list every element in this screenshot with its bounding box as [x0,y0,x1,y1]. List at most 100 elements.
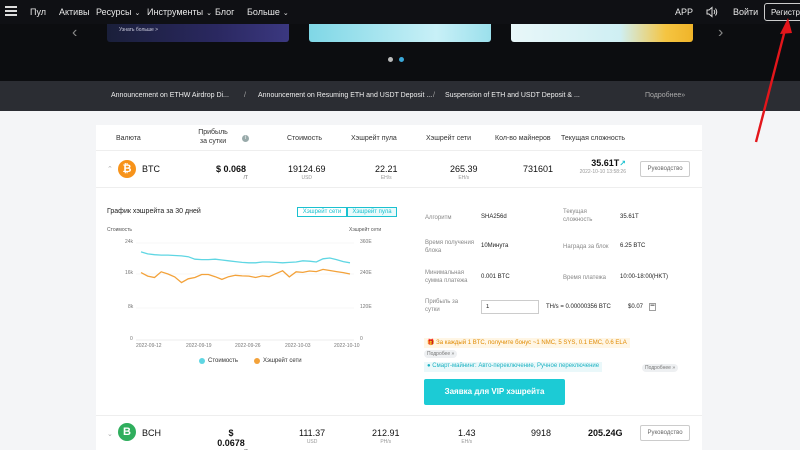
legend-price[interactable]: Стоимость [199,358,238,364]
register-button[interactable]: Регистрация [764,3,800,21]
announcement-more-link[interactable]: Подробнее» [645,92,685,99]
nav-item-resources[interactable]: Ресурсы ⌄ [96,7,140,17]
nav-item-assets[interactable]: Активы [59,7,89,17]
legend-label-price: Стоимость [208,358,239,364]
legend-swatch-price [199,358,205,364]
carousel-dot[interactable] [388,57,393,62]
chevron-down-icon: ⌄ [282,10,289,17]
legend-label-net-hashrate: Хэшрейт сети [263,358,302,364]
calc-usd: $0.07 [628,304,644,310]
min-payment-value: 0.001 BTC [481,274,510,280]
nav-item-resources-label: Ресурсы [96,7,132,17]
net-hashrate-value: 1.43 EH/s [458,428,476,445]
algorithm-value: SHA256d [481,214,507,220]
expand-chevron-icon[interactable]: ⌄ [107,430,113,438]
profit-value: $ 0.0678/T [214,428,248,450]
pool-hashrate-unit: PH/s [380,439,392,445]
calculator-icon[interactable] [649,303,656,311]
series-line-1 [140,268,351,284]
banner-slide-2[interactable] [309,24,491,42]
app-link[interactable]: APP [675,7,693,17]
guide-button[interactable]: Руководство [640,161,690,177]
difficulty-param-value: 35.61T [620,214,639,220]
bonus-more-link[interactable]: Подробее » [424,350,458,358]
net-hashrate-amount: 1.43 [458,428,476,438]
legend-swatch-net-hashrate [254,358,260,364]
carousel-next-icon[interactable]: › [718,24,723,42]
smart-mining-text: Смарт-майнинг: Авто-переключение, Ручное… [432,363,600,369]
price-value: 111.37 USD [299,428,325,445]
miners-value: 731601 [523,164,554,174]
pool-stats-card: Валюта Прибыль за сутки i Стоимость Хэшр… [96,125,702,450]
banner-slide-1-text: Узнать больше > [119,27,159,33]
profit-amount: $ 0.0678 [217,428,245,448]
block-reward-label: Награда за блок [563,244,609,250]
announcement-separator: / [433,92,435,99]
divider [96,415,702,416]
block-reward-value: 6.25 BTC [620,243,646,249]
legend-net-hashrate[interactable]: Хэшрейт сети [254,358,302,364]
chevron-down-icon: ⌄ [206,10,212,17]
payment-time-label: Время платежа [563,275,606,281]
block-time-value: 10Минута [481,243,509,249]
smart-mining-promo: ● Смарт-майнинг: Авто-переключение, Ручн… [424,362,603,372]
announcement-item[interactable]: Suspension of ETH and USDT Deposit & ... [445,92,580,99]
miners-value: 9918 [531,428,552,438]
difficulty-value: 35.61T↗ 2022-10-10 13:58:26 [564,158,626,175]
nav-item-blog[interactable]: Блог [215,7,234,17]
pool-hashrate-amount: 212.91 [372,428,400,438]
nav-item-tools[interactable]: Инструменты ⌄ [147,7,212,17]
price-amount: 111.37 [299,428,326,438]
difficulty-time: 2022-10-10 13:58:26 [579,169,626,175]
profit-calc-label: Прибыль за сутки [425,299,459,313]
hashrate-input[interactable] [481,300,539,314]
gift-icon: 🎁 [427,340,437,346]
banner-slide-3[interactable] [511,24,693,42]
announcement-item[interactable]: Announcement on ETHW Airdrop Di... [111,92,229,99]
trend-up-icon: ↗ [619,159,626,168]
difficulty-label: Текущая сложность [563,209,593,223]
net-hashrate-value: 265.39 EH/s [450,164,478,181]
payment-time-value: 10:00-18:00(HKT) [620,274,669,280]
vip-hashrate-button[interactable]: Заявка для VIP хэшрейта [424,379,565,405]
coin-name: BCH [142,428,162,438]
chevron-down-icon: ⌄ [134,10,141,17]
banner-carousel: ‹ Узнать больше > › [0,24,800,81]
announcement-item[interactable]: Announcement on Resuming ETH and USDT De… [258,92,432,99]
price-unit: USD [306,439,318,445]
top-nav: Пул Активы Ресурсы ⌄ Инструменты ⌄ Блог Бо… [0,0,800,24]
calc-result: TH/s = 0.00000356 BTC [546,304,611,310]
login-link[interactable]: Войти [733,7,758,17]
carousel-dot-active[interactable] [399,57,404,62]
bonus-text: За каждый 1 BTC, получите бонус ~1 NMC, … [436,340,627,346]
smart-more-link[interactable]: Подробнее » [642,364,679,372]
bonus-promo: 🎁 За каждый 1 BTC, получите бонус ~1 NMC… [424,338,630,348]
speaker-icon[interactable] [706,6,718,18]
net-hashrate-unit: EH/s [458,175,470,181]
difficulty-value: 205.24G [588,428,623,438]
hashrate-chart [136,242,354,341]
min-payment-label: Минимальная сумма платежа [425,270,468,284]
header-net-hashrate: Хэшрейт сети [426,135,471,142]
net-hashrate-unit: EH/s [461,439,473,445]
announcement-bar: Announcement on ETHW Airdrop Di... / Ann… [0,81,800,111]
menu-icon[interactable] [5,6,17,16]
announcement-separator: / [244,92,246,99]
carousel-dots [388,57,404,62]
guide-button[interactable]: Руководство [640,425,690,441]
nav-item-tools-label: Инструменты [147,7,204,17]
carousel-prev-icon[interactable]: ‹ [72,24,77,42]
banner-slide-1[interactable]: Узнать больше > [107,24,289,42]
difficulty-amount: 35.61T [591,158,620,168]
series-line-0 [140,251,351,264]
net-hashrate-amount: 265.39 [450,164,478,174]
pool-hashrate-value: 212.91 PH/s [372,428,400,445]
header-miners: Кол-во майнеров [495,135,551,142]
nav-item-pool[interactable]: Пул [30,7,46,17]
algorithm-label: Алгоритм [425,215,452,221]
block-time-label: Время получения блока [425,240,475,254]
nav-item-more-label: Больше [247,7,280,17]
bch-coin-icon: B [118,423,136,441]
nav-item-more[interactable]: Больше ⌄ [247,7,289,17]
header-difficulty: Текущая сложность [561,135,626,142]
